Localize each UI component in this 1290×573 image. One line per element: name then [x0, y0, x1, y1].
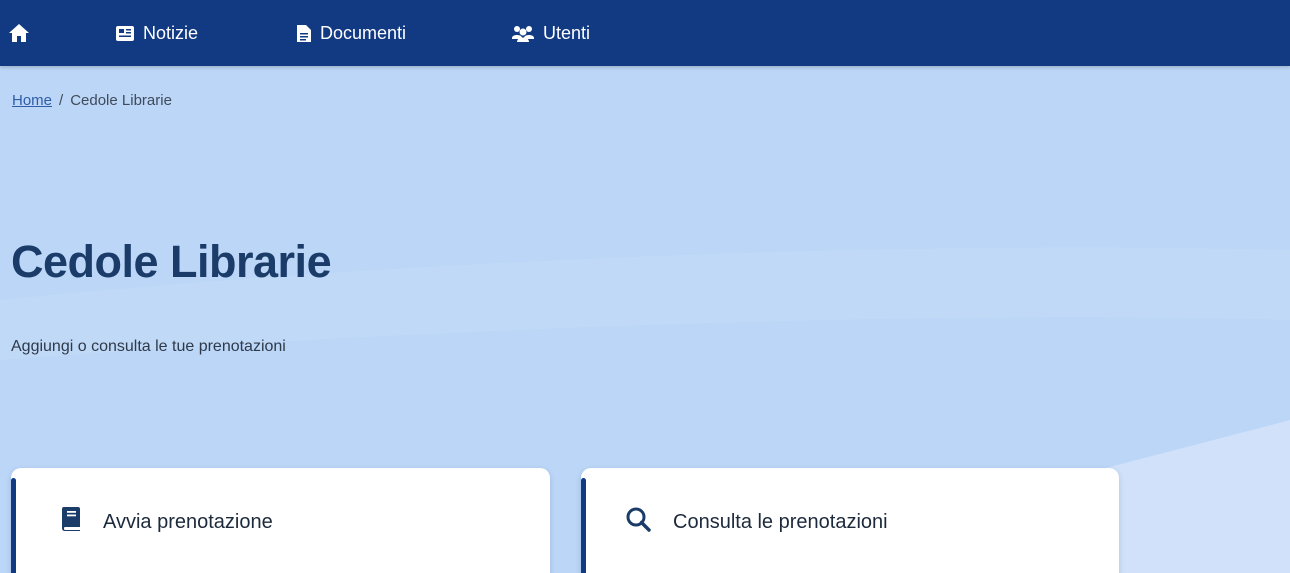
breadcrumb-home-link[interactable]: Home [12, 92, 52, 109]
consulta-prenotazioni-card[interactable]: Consulta le prenotazioni [581, 468, 1119, 573]
document-icon [296, 24, 312, 43]
breadcrumb-current: Cedole Librarie [70, 92, 172, 109]
card-label: Avvia prenotazione [103, 510, 273, 533]
nav-item-label: Utenti [543, 22, 591, 43]
page-title: Cedole Librarie [11, 236, 332, 287]
breadcrumb: Home / Cedole Librarie [12, 92, 172, 109]
search-icon [625, 506, 651, 538]
breadcrumb-separator: / [59, 92, 64, 109]
avvia-prenotazione-card[interactable]: Avvia prenotazione [11, 468, 550, 573]
nav-item-label: Documenti [320, 22, 407, 43]
page-subtitle: Aggiungi o consulta le tue prenotazioni [11, 338, 286, 355]
users-icon [511, 24, 535, 43]
nav-item-label: Notizie [143, 22, 199, 43]
top-navigation-bar: Notizie Documenti Utenti [0, 0, 1290, 66]
book-icon [61, 506, 81, 538]
home-icon[interactable] [8, 22, 30, 44]
nav-item-documenti[interactable]: Documenti [296, 18, 406, 48]
nav-item-notizie[interactable]: Notizie [115, 18, 198, 48]
nav-item-utenti[interactable]: Utenti [511, 18, 590, 48]
card-label: Consulta le prenotazioni [673, 510, 888, 533]
newspaper-icon [115, 25, 135, 42]
